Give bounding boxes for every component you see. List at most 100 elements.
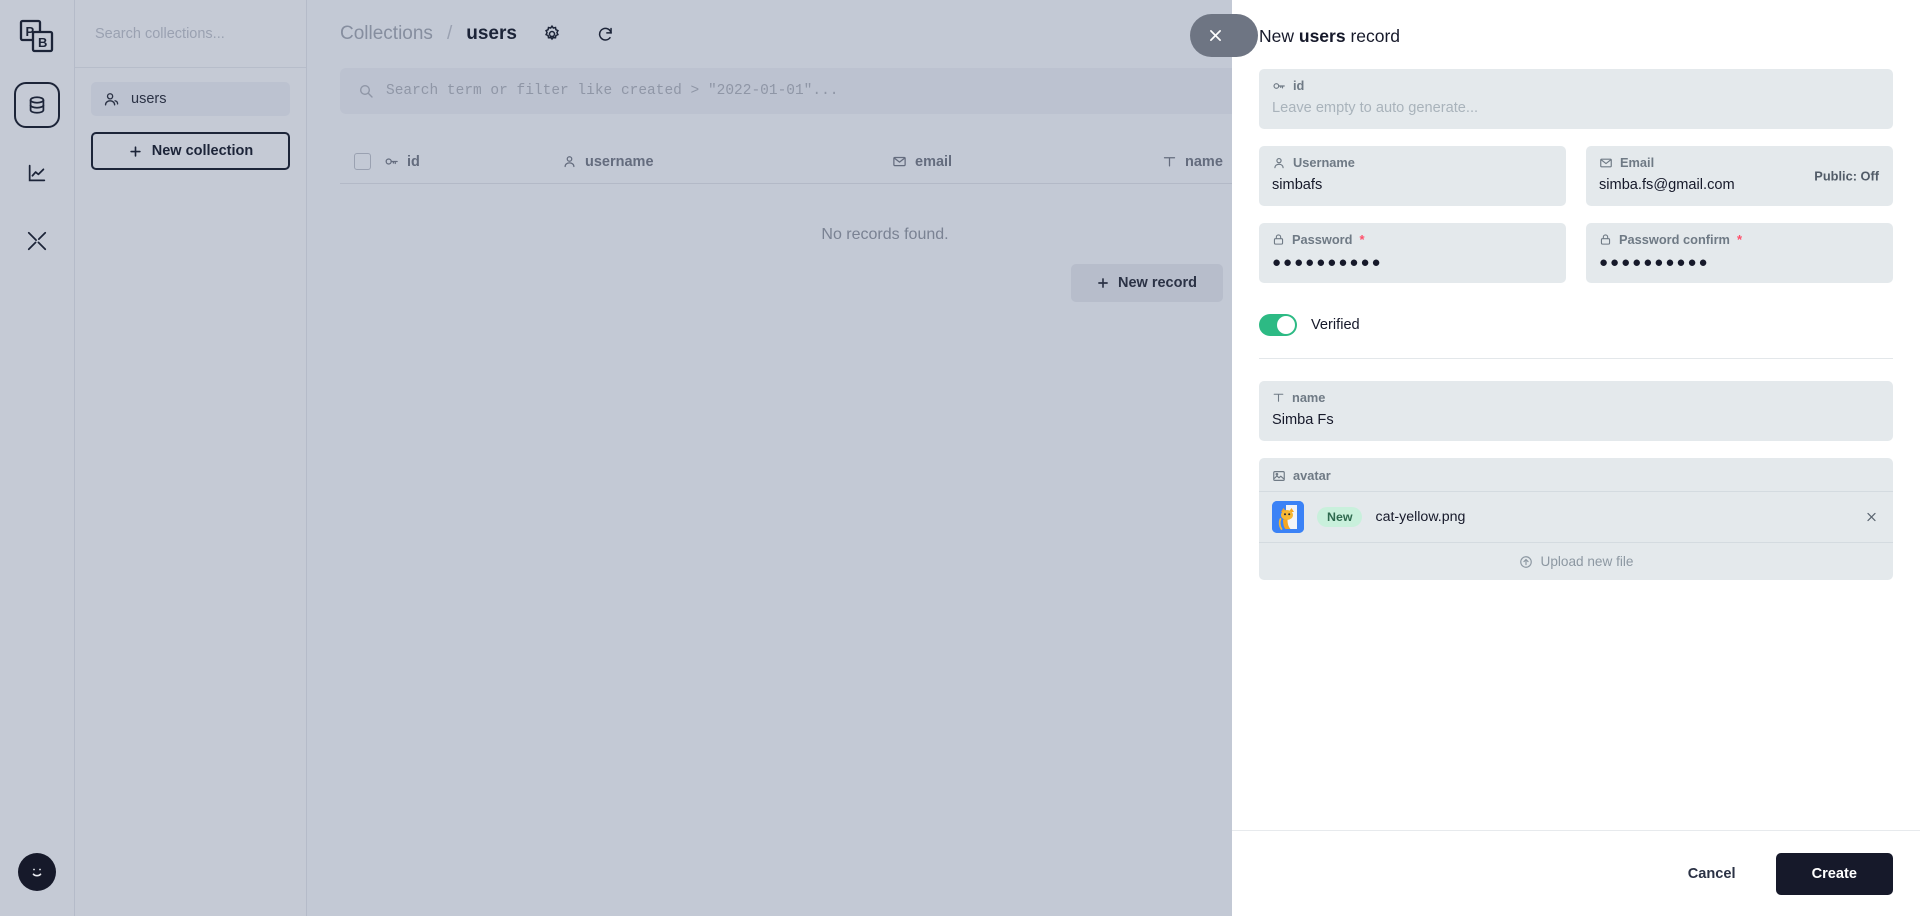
create-button[interactable]: Create — [1775, 852, 1893, 895]
upload-new-file-button[interactable]: Upload new file — [1259, 542, 1893, 580]
password-confirm-field-label-row: Password confirm * — [1599, 232, 1880, 247]
verified-toggle-label: Verified — [1311, 317, 1360, 333]
breadcrumb-separator: / — [446, 23, 453, 44]
sidebar-item-collections[interactable] — [14, 82, 60, 128]
file-name: cat-yellow.png — [1375, 509, 1466, 525]
collections-list: users — [75, 68, 306, 116]
cancel-button[interactable]: Cancel — [1670, 856, 1754, 892]
users-icon — [103, 91, 120, 108]
section-divider — [1259, 358, 1893, 359]
column-header-id-label: id — [407, 153, 420, 170]
password-confirm-field[interactable]: Password confirm * ●●●●●●●●●● — [1586, 223, 1893, 283]
svg-text:B: B — [38, 35, 47, 50]
breadcrumb-root[interactable]: Collections — [340, 23, 433, 45]
search-placeholder: Search term or filter like created > "20… — [386, 83, 839, 99]
avatar[interactable] — [18, 853, 56, 891]
email-public-toggle-label[interactable]: Public: Off — [1814, 169, 1879, 184]
id-field-label: id — [1293, 78, 1305, 93]
search-icon — [358, 83, 374, 99]
upload-new-file-label: Upload new file — [1540, 554, 1634, 569]
id-field[interactable]: id Leave empty to auto generate... — [1259, 69, 1893, 129]
image-icon — [1272, 469, 1286, 483]
text-icon — [1272, 391, 1285, 404]
cat-yellow-thumbnail[interactable] — [1272, 501, 1304, 533]
username-field-label: Username — [1293, 155, 1355, 170]
panel-body: id Leave empty to auto generate... Usern… — [1232, 57, 1920, 830]
username-field-label-row: Username — [1272, 155, 1553, 170]
collections-sidebar: Search collections... users New collecti… — [75, 0, 307, 916]
sidebar-item-settings[interactable] — [14, 218, 60, 264]
password-confirm-required-mark: * — [1736, 232, 1742, 247]
username-field[interactable]: Username simbafs — [1259, 146, 1566, 206]
plus-icon — [128, 144, 143, 159]
sidebar-item-users[interactable]: users — [91, 82, 290, 116]
refresh-icon[interactable] — [595, 23, 617, 45]
close-icon — [1207, 27, 1224, 44]
plus-icon — [1096, 276, 1110, 290]
new-collection-label: New collection — [151, 143, 254, 159]
upload-icon — [1519, 555, 1533, 569]
close-panel-button[interactable] — [1190, 14, 1258, 57]
avatar-file-item[interactable]: New cat-yellow.png — [1259, 491, 1893, 542]
verified-toggle-row: Verified — [1259, 314, 1893, 336]
column-header-email[interactable]: email — [892, 154, 1162, 170]
panel-header: New users record — [1232, 0, 1920, 57]
key-icon — [1272, 79, 1286, 93]
smiley-face-icon — [25, 860, 49, 884]
avatar-field-label: avatar — [1293, 468, 1331, 483]
chart-line-icon — [26, 162, 48, 184]
password-field-label: Password — [1292, 232, 1353, 247]
select-all-checkbox[interactable] — [353, 153, 371, 170]
gear-icon[interactable] — [541, 23, 563, 45]
user-icon — [1272, 156, 1286, 170]
new-record-button[interactable]: New record — [1070, 264, 1223, 302]
avatar-field: avatar New cat-yellow.png Upload new fil… — [1259, 458, 1893, 580]
pocketbase-logo[interactable]: P B — [14, 14, 60, 60]
search-collections-input[interactable]: Search collections... — [75, 0, 306, 68]
column-header-username[interactable]: username — [562, 154, 892, 170]
column-header-name-label: name — [1185, 153, 1223, 170]
verified-toggle[interactable] — [1259, 314, 1297, 336]
column-header-name[interactable]: name — [1162, 154, 1223, 170]
new-record-label: New record — [1118, 275, 1197, 291]
remove-file-button[interactable] — [1865, 511, 1878, 524]
name-input-value: Simba Fs — [1272, 412, 1334, 428]
breadcrumb-current: users — [466, 23, 517, 44]
id-field-label-row: id — [1272, 78, 1880, 93]
column-header-id[interactable]: id — [384, 154, 562, 170]
name-field[interactable]: name Simba Fs — [1259, 381, 1893, 441]
file-status-badge: New — [1317, 507, 1363, 527]
svg-text:P: P — [26, 24, 35, 39]
username-email-row: Username simbafs Email simba.fs@gmail.co… — [1259, 146, 1893, 223]
column-header-email-label: email — [915, 153, 953, 170]
database-icon — [26, 94, 48, 116]
avatar-field-label-row: avatar — [1259, 458, 1893, 491]
id-input[interactable]: Leave empty to auto generate... — [1272, 100, 1880, 119]
mail-icon — [1599, 156, 1613, 170]
email-field-label: Email — [1620, 155, 1655, 170]
lock-icon — [1272, 233, 1285, 246]
new-collection-button[interactable]: New collection — [91, 132, 290, 170]
app-root: P B Search collections... users New coll… — [0, 0, 1920, 916]
email-field[interactable]: Email simba.fs@gmail.com Public: Off — [1586, 146, 1893, 206]
new-record-panel: New users record id Leave empty to auto … — [1232, 0, 1920, 916]
user-icon — [562, 154, 577, 169]
page-title: New users record — [1259, 26, 1893, 47]
name-input[interactable]: Simba Fs — [1272, 412, 1880, 431]
password-confirm-input[interactable]: ●●●●●●●●●● — [1599, 254, 1880, 273]
panel-title-suffix: record — [1345, 26, 1401, 46]
column-header-username-label: username — [585, 153, 654, 170]
verified-toggle-knob — [1277, 316, 1295, 334]
panel-title-prefix: New — [1259, 26, 1299, 46]
panel-title-collection: users — [1298, 26, 1346, 46]
password-row: Password * ●●●●●●●●●● Password confirm *… — [1259, 223, 1893, 300]
password-confirm-field-label: Password confirm — [1619, 232, 1730, 247]
icon-rail: P B — [0, 0, 75, 916]
password-input[interactable]: ●●●●●●●●●● — [1272, 254, 1553, 273]
username-input[interactable]: simbafs — [1272, 177, 1553, 196]
name-field-label-row: name — [1272, 390, 1880, 405]
sidebar-item-users-label: users — [131, 91, 167, 107]
password-field[interactable]: Password * ●●●●●●●●●● — [1259, 223, 1566, 283]
mail-icon — [892, 154, 907, 169]
sidebar-item-logs[interactable] — [14, 150, 60, 196]
